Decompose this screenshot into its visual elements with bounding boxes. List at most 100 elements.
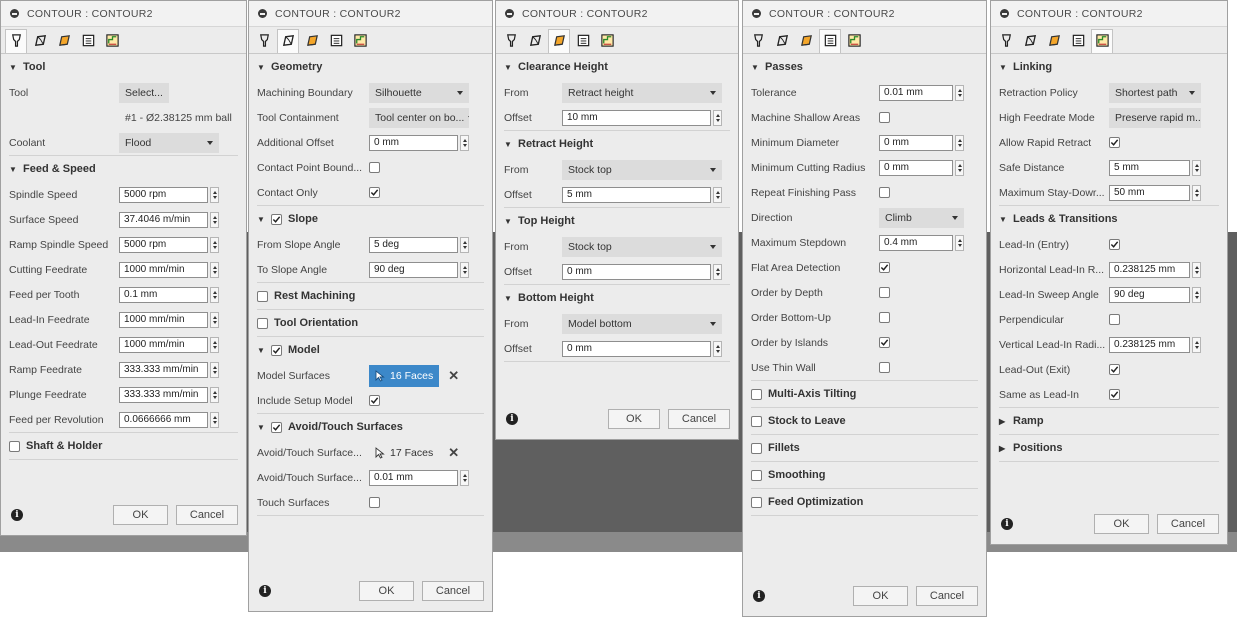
section-header[interactable]: ▶ Positions [999,435,1219,461]
dropdown-select[interactable]: Retract height [562,82,722,103]
spinner-arrows-icon[interactable] [460,134,469,151]
cancel-button[interactable]: Cancel [1157,514,1219,534]
spinner-arrows-icon[interactable] [1192,184,1201,201]
dropdown-select[interactable]: Preserve rapid m... [1109,107,1201,128]
section-header[interactable]: Multi-Axis Tilting [751,381,978,407]
value-input[interactable]: 0.4 mm [879,234,953,251]
info-icon[interactable]: i [753,590,765,602]
tab-passes[interactable] [325,31,347,53]
section-header[interactable]: ▶ Ramp [999,408,1219,434]
checkbox[interactable] [879,362,890,373]
section-checkbox[interactable] [751,388,762,400]
tab-geometry[interactable] [277,29,299,53]
spinner-arrows-icon[interactable] [713,109,722,126]
tab-tool[interactable] [747,31,769,53]
ok-button[interactable]: OK [853,586,908,606]
value-input[interactable]: 0 mm [369,134,458,151]
cancel-button[interactable]: Cancel [422,581,484,601]
dropdown-select[interactable]: Stock top [562,236,722,257]
section-checkbox[interactable] [257,317,268,329]
checkbox[interactable] [369,187,380,198]
tab-tool[interactable] [253,31,275,53]
section-header[interactable]: ▼ Bottom Height [504,285,730,311]
section-header[interactable]: Stock to Leave [751,408,978,434]
section-header[interactable]: ▼ Leads & Transitions [999,206,1219,232]
collapse-icon[interactable] [10,9,19,18]
collapse-arrow-icon[interactable]: ▶ [999,417,1007,426]
section-header[interactable]: ▼ Passes [751,54,978,80]
value-input[interactable]: 0.1 mm [119,286,208,303]
tab-tool[interactable] [995,31,1017,53]
value-input[interactable]: 1000 mm/min [119,336,208,353]
faces-selection-button[interactable]: 16 Faces [369,364,440,387]
checkbox[interactable] [369,395,380,406]
section-header[interactable]: Fillets [751,435,978,461]
checkbox[interactable] [1109,239,1120,250]
expand-arrow-icon[interactable]: ▼ [504,140,512,149]
collapse-arrow-icon[interactable]: ▶ [999,444,1007,453]
tab-linking[interactable] [349,31,371,53]
tab-linking[interactable] [101,31,123,53]
faces-selection-button[interactable]: 17 Faces [369,442,439,464]
checkbox[interactable] [879,287,890,298]
checkbox[interactable] [369,497,380,508]
expand-arrow-icon[interactable]: ▼ [504,294,512,303]
value-input[interactable]: 5 mm [562,186,711,203]
section-checkbox[interactable] [751,442,762,454]
ok-button[interactable]: OK [359,581,414,601]
ok-button[interactable]: OK [113,505,168,525]
clear-selection-icon[interactable]: ✕ [448,368,459,384]
value-input[interactable]: 0.01 mm [369,469,458,486]
spinner-arrows-icon[interactable] [713,186,722,203]
dropdown-select[interactable]: Silhouette [369,82,469,103]
expand-arrow-icon[interactable]: ▼ [257,215,265,224]
cancel-button[interactable]: Cancel [916,586,978,606]
checkbox[interactable] [1109,314,1120,325]
spinner-arrows-icon[interactable] [210,311,219,328]
tab-tool[interactable] [500,31,522,53]
spinner-arrows-icon[interactable] [713,340,722,357]
checkbox[interactable] [879,312,890,323]
dialog-titlebar[interactable]: CONTOUR : CONTOUR2 [496,1,738,27]
expand-arrow-icon[interactable]: ▼ [504,217,512,226]
clear-selection-icon[interactable]: ✕ [448,445,459,461]
section-header[interactable]: ▼ Tool [9,54,238,80]
tab-passes[interactable] [819,29,841,53]
section-checkbox[interactable] [751,415,762,427]
value-input[interactable]: 37.4046 m/min [119,211,208,228]
spinner-arrows-icon[interactable] [460,469,469,486]
expand-arrow-icon[interactable]: ▼ [999,215,1007,224]
spinner-arrows-icon[interactable] [210,386,219,403]
spinner-arrows-icon[interactable] [1192,261,1201,278]
spinner-arrows-icon[interactable] [210,236,219,253]
tab-geometry[interactable] [29,31,51,53]
spinner-arrows-icon[interactable] [210,261,219,278]
value-input[interactable]: 5 mm [1109,159,1190,176]
dialog-titlebar[interactable]: CONTOUR : CONTOUR2 [1,1,246,27]
spinner-arrows-icon[interactable] [955,134,964,151]
section-header[interactable]: ▼ Linking [999,54,1219,80]
tab-passes[interactable] [1067,31,1089,53]
tab-geometry[interactable] [1019,31,1041,53]
value-input[interactable]: 0.238125 mm [1109,261,1190,278]
value-input[interactable]: 0.0666666 mm [119,411,208,428]
dropdown-select[interactable]: Stock top [562,159,722,180]
value-input[interactable]: 333.333 mm/min [119,386,208,403]
tab-passes[interactable] [77,31,99,53]
info-icon[interactable]: i [1001,518,1013,530]
section-checkbox[interactable] [271,421,282,433]
tool-select-button[interactable]: Select... [119,82,169,103]
checkbox[interactable] [879,187,890,198]
spinner-arrows-icon[interactable] [460,236,469,253]
checkbox[interactable] [879,112,890,123]
section-header[interactable]: Feed Optimization [751,489,978,515]
section-header[interactable]: ▼ Feed & Speed [9,156,238,182]
collapse-icon[interactable] [1000,9,1009,18]
section-checkbox[interactable] [9,440,20,452]
value-input[interactable]: 50 mm [1109,184,1190,201]
spinner-arrows-icon[interactable] [955,234,964,251]
spinner-arrows-icon[interactable] [460,261,469,278]
expand-arrow-icon[interactable]: ▼ [751,63,759,72]
expand-arrow-icon[interactable]: ▼ [504,63,512,72]
section-header[interactable]: ▼ Avoid/Touch Surfaces [257,414,484,440]
